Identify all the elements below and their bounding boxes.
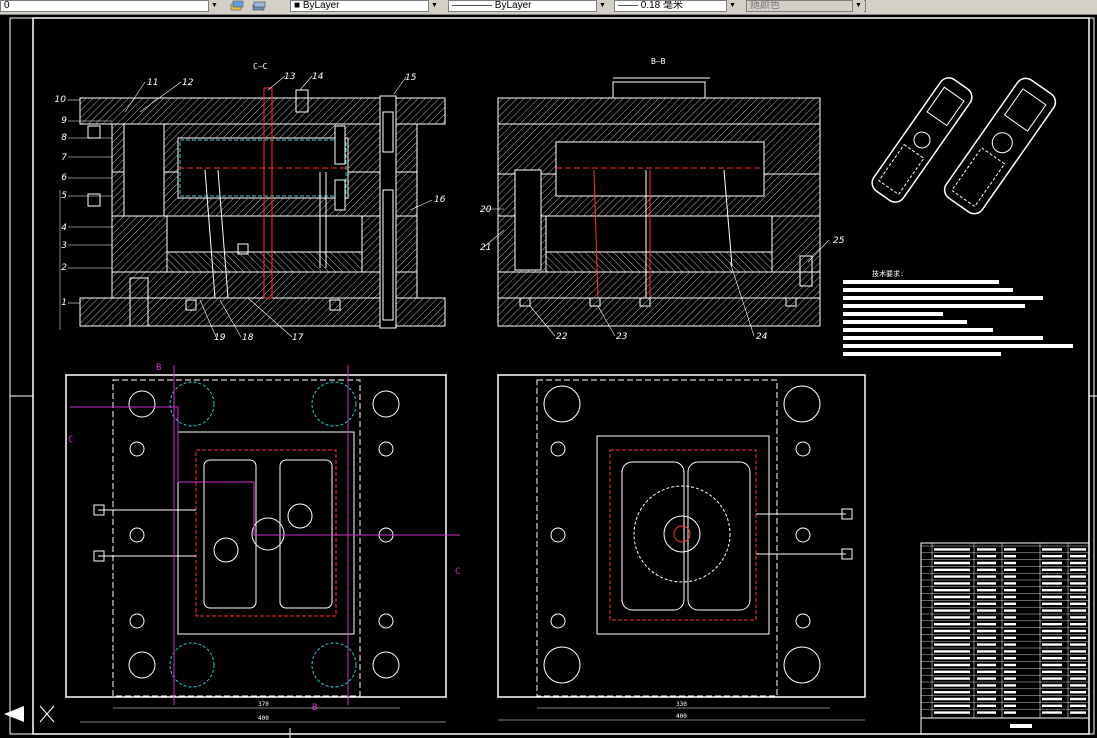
- plan-view-moving-half: B B C C 370 400: [65, 363, 460, 723]
- part-callout-2: 2: [61, 263, 112, 273]
- part-callout-5: 5: [61, 191, 112, 201]
- part-number-label: 13: [284, 72, 296, 82]
- part-number-label: 9: [61, 116, 67, 126]
- part-number-label: 20: [480, 205, 492, 215]
- part-number-label: 8: [61, 133, 67, 143]
- part-number-label: 24: [756, 332, 768, 342]
- part-callout-15: 15: [393, 73, 417, 95]
- dim-right-total: 400: [676, 713, 687, 720]
- color-value: ByLayer: [302, 0, 340, 11]
- part-number-label: 7: [61, 153, 67, 163]
- section-view-cc: C—C: [59, 62, 446, 330]
- part-callout-7: 7: [61, 153, 112, 163]
- part-number-label: 21: [480, 243, 491, 253]
- plotstyle-dropdown-arrow-icon[interactable]: ▼: [852, 0, 864, 12]
- part-number-label: 3: [61, 241, 67, 251]
- part-number-label: 18: [242, 333, 254, 343]
- product-isometric-views: [871, 77, 1057, 215]
- part-callout-3: 3: [61, 241, 112, 251]
- section-view-bb: B—B: [497, 57, 821, 327]
- part-number-label: 5: [61, 191, 67, 201]
- plan-view-fixed-half: 330 400: [497, 374, 866, 721]
- plotstyle-dropdown[interactable]: 随颜色: [746, 0, 866, 12]
- plotstyle-value: 随颜色: [750, 0, 780, 11]
- part-number-label: 23: [616, 332, 628, 342]
- parts-list-rows: [920, 543, 1090, 718]
- tech-req-title: 技术要求:: [872, 269, 904, 278]
- scroll-left-arrow-icon[interactable]: [4, 706, 24, 722]
- leader-line: [299, 75, 313, 91]
- layer-value: 0: [4, 0, 10, 11]
- color-dropdown-arrow-icon[interactable]: ▼: [428, 0, 440, 12]
- section-line-c: [70, 406, 460, 536]
- section-bb-label: B—B: [651, 57, 666, 66]
- technical-requirements: 技术要求:: [843, 269, 1073, 356]
- layer-manager-icon[interactable]: [230, 0, 244, 12]
- drawing-canvas[interactable]: C—C B—B 技术要求: B B C C 370 400 330 400 12…: [0, 14, 1097, 738]
- part-number-label: 11: [147, 78, 158, 88]
- part-callout-14: 14: [299, 72, 324, 91]
- part-callout-10: 10: [55, 95, 80, 105]
- linetype-dropdown[interactable]: ———— ByLayer: [448, 0, 608, 12]
- layer-dropdown[interactable]: 0: [0, 0, 220, 12]
- part-callout-8: 8: [61, 133, 112, 143]
- lineweight-dropdown[interactable]: —— 0.18 毫米: [614, 0, 738, 12]
- leader-line: [267, 75, 286, 91]
- lineweight-value: 0.18 毫米: [640, 0, 684, 11]
- linetype-dropdown-arrow-icon[interactable]: ▼: [596, 0, 608, 12]
- part-callout-13: 13: [267, 72, 296, 91]
- part-number-label: 2: [61, 263, 67, 273]
- layer-dropdown-arrow-icon[interactable]: ▼: [208, 0, 220, 12]
- part-number-label: 16: [434, 195, 446, 205]
- part-number-label: 14: [312, 72, 324, 82]
- part-number-label: 4: [61, 223, 67, 233]
- part-callout-1: 1: [61, 298, 80, 308]
- cut-mark-c-right: C: [455, 567, 460, 577]
- linetype-value: ByLayer: [494, 0, 532, 11]
- part-number-label: 17: [292, 333, 304, 343]
- cut-mark-c-left: C: [68, 435, 73, 445]
- part-number-label: 15: [405, 73, 417, 83]
- part-number-label: 12: [182, 78, 194, 88]
- section-cc-label: C—C: [253, 62, 268, 71]
- part-callout-4: 4: [61, 223, 112, 233]
- part-number-label: 25: [833, 236, 845, 246]
- properties-toolbar: 0 ▼ ■ ByLayer ▼ ———— ByLayer ▼ —— 0.18 毫…: [0, 0, 1097, 15]
- part-number-label: 6: [61, 173, 67, 183]
- dim-left-width: 370: [258, 701, 269, 708]
- part-number-label: 22: [556, 332, 568, 342]
- part-number-label: 1: [61, 298, 67, 308]
- part-number-label: 19: [214, 333, 226, 343]
- dim-left-total: 400: [258, 715, 269, 722]
- lineweight-dropdown-arrow-icon[interactable]: ▼: [726, 0, 738, 12]
- color-dropdown[interactable]: ■ ByLayer: [290, 0, 440, 12]
- layer-state-icon[interactable]: [252, 0, 266, 12]
- part-callout-6: 6: [61, 173, 112, 183]
- dim-right-width: 330: [676, 701, 687, 708]
- cut-mark-b-top: B: [156, 363, 161, 373]
- ucs-icon: [39, 705, 55, 723]
- part-number-label: 10: [55, 95, 67, 105]
